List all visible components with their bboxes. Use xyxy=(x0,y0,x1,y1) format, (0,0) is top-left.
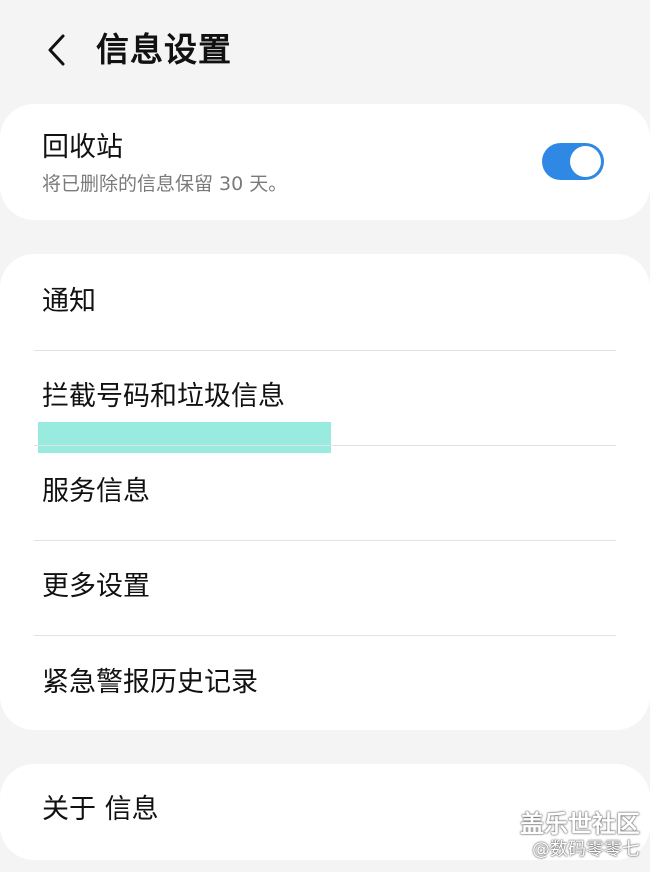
menu-item-label: 紧急警报历史记录 xyxy=(42,667,258,698)
back-button[interactable] xyxy=(36,30,76,70)
chevron-left-icon xyxy=(48,34,65,66)
menu-item-label: 通知 xyxy=(42,286,96,317)
watermark-title: 盖乐世社区 xyxy=(520,810,640,838)
recycle-bin-toggle[interactable] xyxy=(542,143,604,180)
menu-item-emergency-alert-history[interactable]: 紧急警报历史记录 xyxy=(0,636,650,730)
menu-item-service-messages[interactable]: 服务信息 xyxy=(0,446,650,540)
about-label: 关于 信息 xyxy=(42,794,159,825)
menu-item-label: 拦截号码和垃圾信息 xyxy=(42,381,285,412)
menu-item-notifications[interactable]: 通知 xyxy=(0,256,650,350)
recycle-bin-subtitle: 将已删除的信息保留 30 天。 xyxy=(42,173,288,195)
watermark-subtitle: @数码零零七 xyxy=(532,839,640,860)
menu-item-label: 更多设置 xyxy=(42,571,150,602)
header-bar: 信息设置 xyxy=(0,0,650,100)
recycle-bin-title: 回收站 xyxy=(42,132,123,163)
page-title: 信息设置 xyxy=(96,30,232,69)
menu-item-more-settings[interactable]: 更多设置 xyxy=(0,541,650,635)
menu-item-label: 服务信息 xyxy=(42,476,150,507)
toggle-knob xyxy=(570,146,601,177)
